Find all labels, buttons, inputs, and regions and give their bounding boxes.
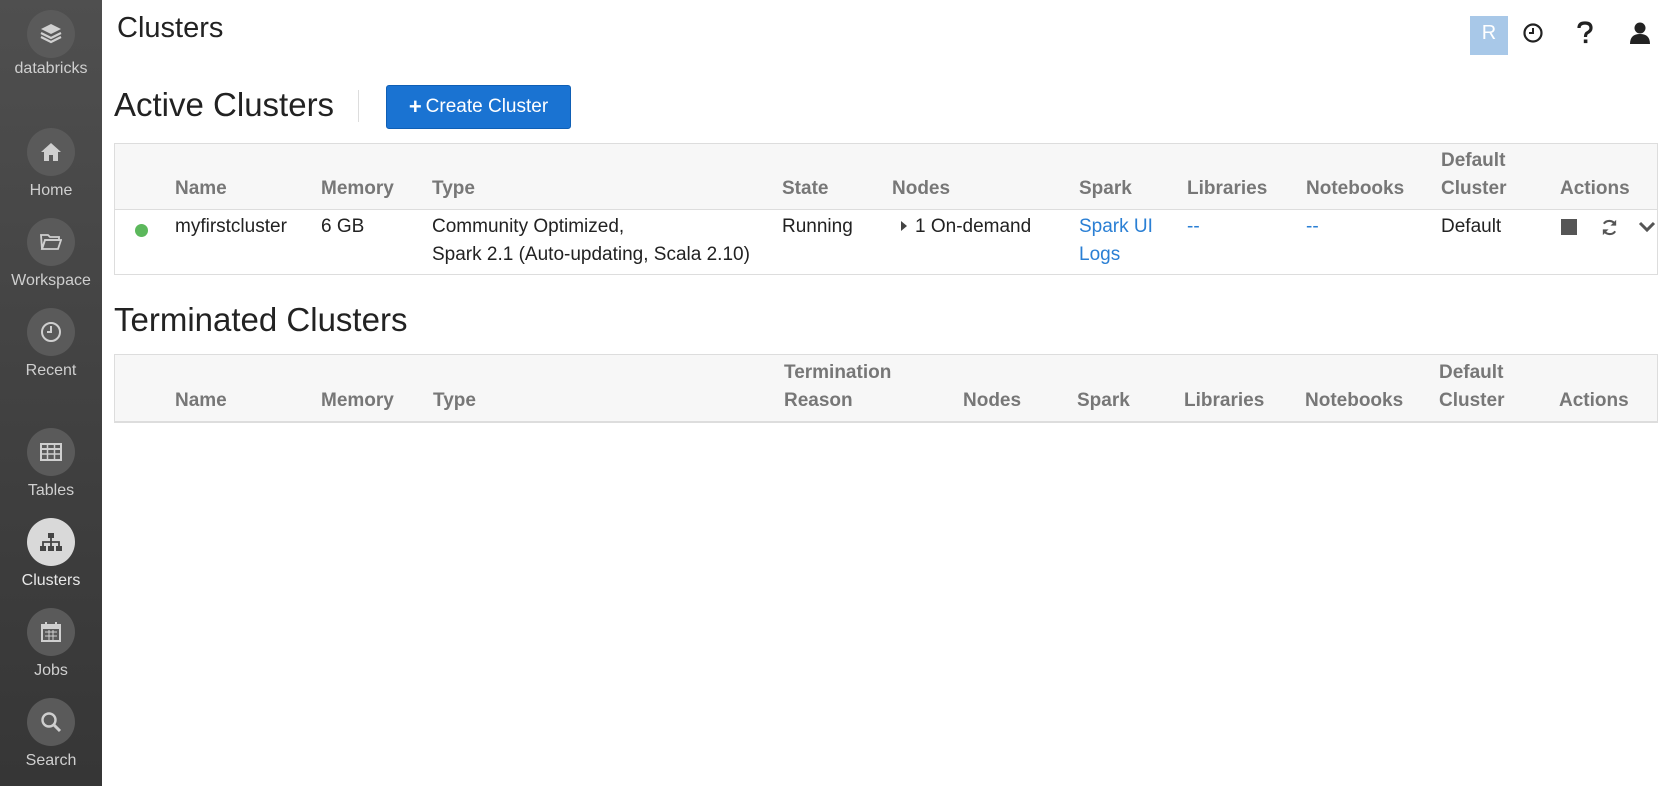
- col-memory[interactable]: Memory: [321, 387, 394, 415]
- sidebar-item-jobs[interactable]: Jobs: [0, 608, 102, 680]
- col-spark: Spark: [1079, 178, 1132, 199]
- clock-icon: [27, 308, 75, 356]
- help-icon[interactable]: [1570, 18, 1600, 48]
- sidebar-item-recent[interactable]: Recent: [0, 308, 102, 380]
- plus-icon: +: [408, 94, 422, 119]
- col-actions: Actions: [1559, 390, 1629, 411]
- spark-ui-link[interactable]: Spark UI: [1079, 213, 1153, 241]
- active-clusters-table: Name Memory Type State Nodes Spark Libra…: [114, 143, 1658, 275]
- sidebar-item-clusters[interactable]: Clusters: [0, 518, 102, 590]
- sidebar-item-tables[interactable]: Tables: [0, 428, 102, 500]
- home-icon: [27, 128, 75, 176]
- sidebar-item-search[interactable]: Search: [0, 698, 102, 770]
- restart-icon[interactable]: [1599, 217, 1619, 237]
- col-termination-line1: Termination: [784, 362, 892, 383]
- col-nodes[interactable]: Nodes: [963, 387, 1021, 415]
- active-clusters-heading: Active Clusters: [114, 86, 335, 123]
- table-icon: [27, 428, 75, 476]
- col-name[interactable]: Name: [175, 387, 227, 415]
- brand-logo[interactable]: databricks: [0, 10, 102, 78]
- spark-links: Spark UI Logs: [1079, 213, 1153, 269]
- table-row: myfirstcluster 6 GB Community Optimized,…: [115, 210, 1657, 275]
- col-name[interactable]: Name: [175, 175, 227, 203]
- cluster-type-line2: Spark 2.1 (Auto-updating, Scala 2.10): [432, 244, 750, 265]
- col-libraries: Libraries: [1184, 390, 1265, 411]
- col-type[interactable]: Type: [433, 387, 476, 415]
- col-default-line2: Cluster: [1441, 178, 1507, 199]
- default-cluster-value: Default: [1441, 216, 1502, 237]
- cluster-state: Running: [782, 216, 853, 237]
- cluster-memory: 6 GB: [321, 216, 365, 237]
- create-cluster-label: Create Cluster: [425, 96, 549, 117]
- brand-label: databricks: [14, 60, 88, 77]
- sidebar-item-label: Search: [25, 752, 77, 769]
- table-header: Name Memory Type Termination Reason Node…: [115, 355, 1657, 422]
- user-initial-badge[interactable]: R: [1470, 16, 1508, 55]
- layers-icon: [27, 10, 75, 58]
- cluster-name-link[interactable]: myfirstcluster: [175, 213, 287, 241]
- cluster-type-line1: Community Optimized,: [432, 216, 625, 237]
- col-notebooks: Notebooks: [1305, 390, 1404, 411]
- col-actions: Actions: [1560, 178, 1630, 199]
- col-spark: Spark: [1077, 390, 1130, 411]
- caret-right-icon: [901, 221, 907, 231]
- notebooks-link[interactable]: --: [1306, 213, 1319, 241]
- col-default-line1: Default: [1441, 150, 1506, 171]
- col-default-cluster: Default Cluster: [1441, 147, 1506, 203]
- col-libraries: Libraries: [1187, 178, 1268, 199]
- user-icon[interactable]: [1625, 18, 1655, 48]
- terminated-clusters-table: Name Memory Type Termination Reason Node…: [114, 354, 1658, 423]
- col-nodes[interactable]: Nodes: [892, 175, 950, 203]
- col-default-line2: Cluster: [1439, 390, 1505, 411]
- cluster-nodes-toggle[interactable]: 1 On-demand: [901, 213, 1031, 241]
- col-default-cluster: Default Cluster: [1439, 359, 1504, 415]
- page-title: Clusters: [117, 12, 224, 44]
- sitemap-icon: [27, 518, 75, 566]
- folder-icon: [27, 218, 75, 266]
- divider: [358, 90, 359, 122]
- chevron-down-icon[interactable]: [1637, 218, 1657, 236]
- sidebar-item-label: Home: [29, 182, 73, 199]
- sidebar-item-home[interactable]: Home: [0, 128, 102, 200]
- sidebar-item-label: Tables: [27, 482, 75, 499]
- sidebar-item-label: Clusters: [21, 572, 81, 589]
- logs-link[interactable]: Logs: [1079, 241, 1153, 269]
- sidebar-item-label: Workspace: [11, 272, 91, 289]
- col-memory[interactable]: Memory: [321, 175, 394, 203]
- sidebar-item-label: Jobs: [34, 662, 68, 679]
- col-default-line1: Default: [1439, 362, 1504, 383]
- cluster-nodes: 1 On-demand: [915, 216, 1032, 237]
- create-cluster-button[interactable]: + Create Cluster: [386, 85, 571, 129]
- libraries-link[interactable]: --: [1187, 213, 1200, 241]
- calendar-icon: [27, 608, 75, 656]
- col-state[interactable]: State: [782, 175, 828, 203]
- terminated-clusters-heading: Terminated Clusters: [114, 301, 408, 338]
- sidebar-item-label: Recent: [25, 362, 77, 379]
- col-notebooks: Notebooks: [1306, 178, 1405, 199]
- sidebar-item-workspace[interactable]: Workspace: [0, 218, 102, 290]
- col-type[interactable]: Type: [432, 175, 475, 203]
- search-icon: [27, 698, 75, 746]
- clock-icon[interactable]: [1518, 18, 1548, 48]
- col-termination-line2: Reason: [784, 390, 853, 411]
- col-termination-reason[interactable]: Termination Reason: [784, 359, 891, 415]
- status-running-dot: [135, 224, 148, 237]
- cluster-type: Community Optimized, Spark 2.1 (Auto-upd…: [432, 213, 750, 269]
- sidebar: databricks Home Workspace Recent Tables …: [0, 0, 102, 786]
- stop-icon[interactable]: [1560, 218, 1578, 236]
- table-header: Name Memory Type State Nodes Spark Libra…: [115, 144, 1657, 210]
